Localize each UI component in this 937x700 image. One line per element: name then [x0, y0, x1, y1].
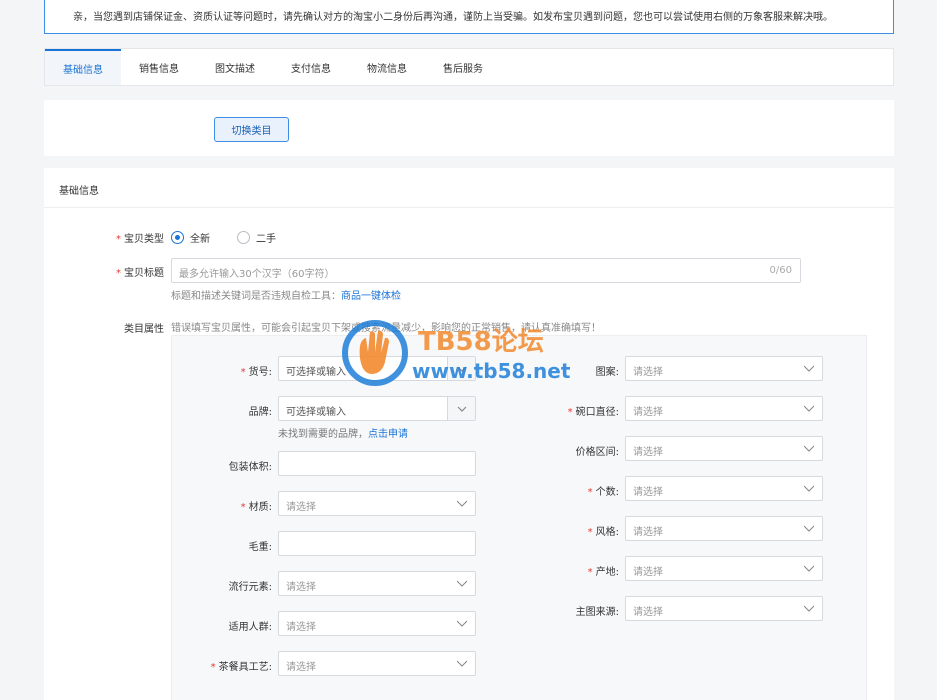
item-title-label: * 宝贝标题: [116, 268, 164, 279]
radio-new-label: 全新: [190, 234, 210, 245]
chevron-down-icon: [804, 365, 814, 372]
quantity-select[interactable]: 请选择: [625, 476, 823, 501]
image-source-select[interactable]: 请选择: [625, 596, 823, 621]
item-type-label: * 宝贝类型: [116, 234, 164, 245]
trend-select[interactable]: 请选择: [278, 571, 476, 596]
switch-category-button[interactable]: 切换类目: [214, 117, 289, 142]
tab-bar: 基础信息 销售信息 图文描述 支付信息 物流信息 售后服务: [44, 48, 894, 86]
chevron-down-icon: [457, 500, 467, 507]
pattern-select[interactable]: 请选择: [625, 356, 823, 381]
category-bar: 切换类目: [44, 100, 894, 156]
chevron-down-icon: [804, 565, 814, 572]
product-check-link[interactable]: 商品一键体检: [341, 291, 401, 302]
radio-used-label: 二手: [256, 234, 276, 245]
notice-text: 亲，当您遇到店铺保证金、资质认证等问题时，请先确认对方的淘宝小二身份后再沟通，谨…: [73, 12, 833, 23]
attr-label-quantity: * 个数:: [587, 487, 619, 498]
attr-label-audience: 适用人群:: [228, 622, 272, 633]
attr-label-style: * 风格:: [587, 527, 619, 538]
bowl-diameter-select[interactable]: 请选择: [625, 396, 823, 421]
notice-banner: 亲，当您遇到店铺保证金、资质认证等问题时，请先确认对方的淘宝小二身份后再沟通，谨…: [44, 0, 894, 34]
panel-title: 基础信息: [44, 168, 894, 208]
tab-payment-info[interactable]: 支付信息: [273, 49, 349, 85]
attr-label-item-no: * 货号:: [240, 367, 272, 378]
radio-unchecked-icon: [237, 231, 250, 244]
brand-not-found-hint: 未找到需要的品牌，点击申请: [278, 429, 408, 440]
item-title-input[interactable]: 最多允许输入30个汉字（60字符） 0/60: [171, 258, 801, 283]
audience-select[interactable]: 请选择: [278, 611, 476, 636]
attr-label-price-range: 价格区间:: [575, 447, 619, 458]
attributes-box: * 货号: 可选择或输入 品牌: 可选择或输入 未找到需要的品牌，点击申请 包装体…: [171, 335, 867, 700]
required-mark: *: [116, 234, 121, 245]
brand-apply-link[interactable]: 点击申请: [368, 429, 408, 440]
attr-label-brand: 品牌:: [248, 407, 272, 418]
tab-description[interactable]: 图文描述: [197, 49, 273, 85]
craft-select[interactable]: 请选择: [278, 651, 476, 676]
chevron-down-icon[interactable]: [447, 397, 475, 420]
attr-label-gross-weight: 毛重:: [248, 542, 272, 553]
chevron-down-icon: [804, 405, 814, 412]
tab-logistics-info[interactable]: 物流信息: [349, 49, 425, 85]
item-title-placeholder: 最多允许输入30个汉字（60字符）: [179, 269, 335, 280]
chevron-down-icon: [457, 580, 467, 587]
title-char-count: 0/60: [769, 265, 792, 276]
attr-label-trend: 流行元素:: [228, 582, 272, 593]
attr-label-material: * 材质:: [240, 502, 272, 513]
chevron-down-icon: [457, 620, 467, 627]
origin-select[interactable]: 请选择: [625, 556, 823, 581]
hand-logo-icon: [342, 320, 408, 386]
brand-combo[interactable]: 可选择或输入: [278, 396, 476, 421]
chevron-down-icon: [804, 485, 814, 492]
chevron-down-icon: [804, 525, 814, 532]
radio-new[interactable]: 全新: [171, 230, 210, 245]
attr-label-package-volume: 包装体积:: [228, 462, 272, 473]
chevron-down-icon: [804, 445, 814, 452]
title-check-hint: 标题和描述关键词是否违规自检工具：商品一键体检: [171, 291, 401, 302]
radio-checked-icon: [171, 231, 184, 244]
attr-label-bowl-diameter: * 碗口直径:: [567, 407, 619, 418]
chevron-down-icon: [804, 605, 814, 612]
tab-sales-info[interactable]: 销售信息: [121, 49, 197, 85]
style-select[interactable]: 请选择: [625, 516, 823, 541]
attr-label-image-source: 主图来源:: [575, 607, 619, 618]
attr-label-craft: * 茶餐具工艺:: [210, 662, 272, 673]
attributes-label: 类目属性: [124, 324, 164, 335]
required-mark: *: [116, 268, 121, 279]
radio-used[interactable]: 二手: [237, 230, 276, 245]
watermark-brand: TB58论坛: [418, 327, 544, 357]
material-select[interactable]: 请选择: [278, 491, 476, 516]
tab-after-sales[interactable]: 售后服务: [425, 49, 501, 85]
attr-label-origin: * 产地:: [587, 567, 619, 578]
chevron-down-icon: [457, 660, 467, 667]
package-volume-input[interactable]: [278, 451, 476, 476]
price-range-select[interactable]: 请选择: [625, 436, 823, 461]
tb58-watermark: TB58论坛 www.tb58.net: [342, 320, 571, 386]
watermark-url: www.tb58.net: [412, 359, 571, 383]
gross-weight-input[interactable]: [278, 531, 476, 556]
tab-basic-info[interactable]: 基础信息: [45, 49, 121, 85]
basic-info-panel: 基础信息 * 宝贝类型 全新 二手 * 宝贝标题 最多允许输入30个汉字（60字符）…: [44, 168, 894, 700]
